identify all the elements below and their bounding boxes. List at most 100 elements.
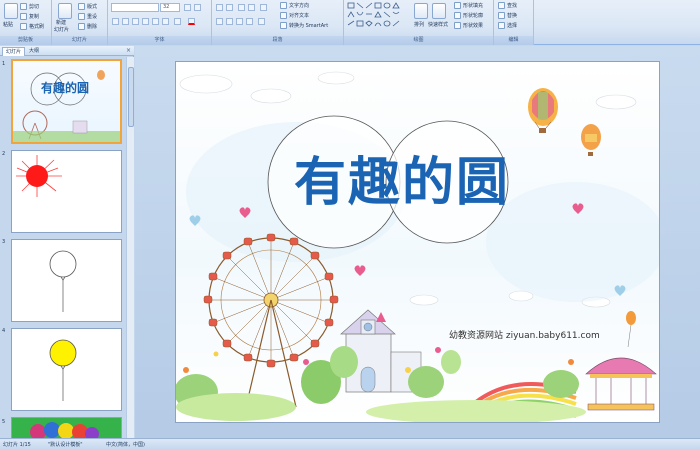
- scissors-icon: [20, 3, 27, 10]
- align-center-icon[interactable]: [226, 18, 233, 25]
- arrange-icon[interactable]: [414, 3, 428, 19]
- site-watermark: 幼教资源网站 ziyuan.baby611.com: [449, 331, 600, 341]
- thumbnail-scrollbar[interactable]: [126, 57, 134, 438]
- thumb-number: 5: [2, 419, 6, 425]
- slide-thumbnail-3[interactable]: [11, 239, 122, 322]
- align-text-button[interactable]: 对齐文本: [280, 11, 309, 20]
- balloon-bunch-drawing: [12, 418, 121, 438]
- layout-button[interactable]: 版式: [78, 2, 97, 11]
- reset-button[interactable]: 重设: [78, 12, 97, 21]
- orange-balloon: [626, 311, 636, 348]
- shapes-gallery[interactable]: [347, 2, 409, 32]
- quick-styles-button[interactable]: 快速样式: [428, 20, 448, 29]
- arrange-button[interactable]: 排列: [414, 20, 424, 29]
- yellow-balloon-drawing: [49, 339, 77, 401]
- shape-effects-button[interactable]: 形状效果: [454, 21, 483, 30]
- new-slide-button-label2[interactable]: 幻灯片: [54, 25, 69, 34]
- format-painter-button[interactable]: 格式刷: [20, 22, 44, 31]
- strikethrough-icon[interactable]: [142, 18, 149, 25]
- columns-icon[interactable]: [258, 18, 265, 25]
- pane-tabs: 幻灯片 大纲 ×: [0, 46, 134, 56]
- increase-indent-icon[interactable]: [248, 4, 255, 11]
- grow-font-icon[interactable]: [184, 4, 191, 11]
- text-direction-button[interactable]: 文字方向: [280, 1, 309, 10]
- align-text-icon: [280, 12, 287, 19]
- status-bar: 幻灯片 1/15 "默认设计模板" 中文(简体，中国): [0, 438, 700, 449]
- slide-editing-area: 有趣的圆 幼教资源网站 ziyuan.baby611.com: [135, 46, 700, 438]
- slide-thumbnail-4[interactable]: [11, 328, 122, 411]
- slides-group: 新建 幻灯片 版式 重设 删除 幻灯片: [52, 0, 108, 45]
- language-indicator[interactable]: 中文(简体，中国): [106, 441, 145, 448]
- smartart-icon: [280, 22, 287, 29]
- slide-count: 幻灯片 1/15: [3, 442, 31, 448]
- carousel: [585, 357, 657, 411]
- editing-group: 查找 替换 选择 编辑: [494, 0, 534, 45]
- shrink-font-icon[interactable]: [194, 4, 201, 11]
- thumb-1-art: [13, 70, 120, 142]
- thumb-number: 4: [2, 328, 6, 334]
- delete-button[interactable]: 删除: [78, 22, 97, 31]
- current-slide[interactable]: 有趣的圆 幼教资源网站 ziyuan.baby611.com: [175, 61, 660, 423]
- shape-outline-button[interactable]: 形状轮廓: [454, 11, 483, 20]
- scrollbar-thumb[interactable]: [128, 67, 134, 127]
- replace-button[interactable]: 替换: [498, 11, 517, 20]
- slide-thumbnail-2[interactable]: [11, 150, 122, 233]
- bullets-icon[interactable]: [216, 4, 223, 11]
- paragraph-group-label: 段落: [212, 36, 343, 45]
- align-right-icon[interactable]: [236, 18, 243, 25]
- copy-button[interactable]: 复制: [20, 12, 39, 21]
- thumbnail-list: 1 有趣的圆 2 3 4 5: [0, 57, 126, 438]
- font-size-select[interactable]: 32: [160, 3, 180, 12]
- convert-smartart-button[interactable]: 转换为 SmartArt: [280, 21, 328, 30]
- slide-thumbnail-5[interactable]: [11, 417, 122, 438]
- hot-air-balloon: [528, 88, 558, 133]
- shadow-icon[interactable]: [152, 18, 159, 25]
- paint-bucket-icon: [454, 2, 461, 9]
- change-case-icon[interactable]: [174, 18, 181, 25]
- close-icon[interactable]: ×: [126, 47, 131, 54]
- font-name-select[interactable]: [111, 3, 159, 12]
- slides-group-label: 幻灯片: [52, 36, 107, 45]
- font-color-icon[interactable]: [188, 18, 195, 25]
- clipboard-group-label: 剪贴板: [0, 36, 51, 45]
- new-slide-icon[interactable]: [58, 3, 72, 19]
- char-spacing-icon[interactable]: [162, 18, 169, 25]
- justify-icon[interactable]: [246, 18, 253, 25]
- line-spacing-icon[interactable]: [260, 4, 267, 11]
- select-button[interactable]: 选择: [498, 21, 517, 30]
- ribbon: 粘贴 剪切 复制 格式刷 剪贴板 新建 幻灯片 版式 重设 删除 幻灯片 32 …: [0, 0, 700, 45]
- tab-slides[interactable]: 幻灯片: [2, 47, 26, 56]
- decrease-indent-icon[interactable]: [238, 4, 245, 11]
- numbering-icon[interactable]: [226, 4, 233, 11]
- reset-icon: [78, 13, 85, 20]
- shape-fill-button[interactable]: 形状填充: [454, 1, 483, 10]
- tab-outline[interactable]: 大纲: [26, 47, 42, 56]
- italic-icon[interactable]: [122, 18, 129, 25]
- bold-icon[interactable]: [112, 18, 119, 25]
- slide-title[interactable]: 有趣的圆: [294, 140, 510, 215]
- clipboard-group: 粘贴 剪切 复制 格式刷 剪贴板: [0, 0, 52, 45]
- paste-icon[interactable]: [4, 3, 18, 19]
- align-left-icon[interactable]: [216, 18, 223, 25]
- find-button[interactable]: 查找: [498, 1, 517, 10]
- sun-drawing: [16, 155, 62, 197]
- replace-icon: [498, 12, 505, 19]
- layout-icon: [78, 3, 85, 10]
- slides-pane: 幻灯片 大纲 × 1 有趣的圆 2 3 4 5: [0, 46, 134, 438]
- thumb-number: 1: [2, 61, 6, 67]
- underline-icon[interactable]: [132, 18, 139, 25]
- drawing-group-label: 绘图: [344, 36, 493, 45]
- paste-button[interactable]: 粘贴: [3, 20, 13, 29]
- font-group-label: 字体: [108, 36, 211, 45]
- slide-artwork: [176, 71, 659, 422]
- paragraph-group: 文字方向 对齐文本 转换为 SmartArt 段落: [212, 0, 344, 45]
- thumb-1-title: 有趣的圆: [41, 81, 90, 95]
- cut-button[interactable]: 剪切: [20, 2, 39, 11]
- pen-icon: [454, 12, 461, 19]
- quick-styles-icon[interactable]: [432, 3, 446, 19]
- editing-group-label: 编辑: [494, 36, 533, 45]
- cursor-icon: [498, 22, 505, 29]
- copy-icon: [20, 13, 27, 20]
- brush-icon: [20, 23, 27, 30]
- slide-thumbnail-1[interactable]: 有趣的圆: [11, 59, 122, 144]
